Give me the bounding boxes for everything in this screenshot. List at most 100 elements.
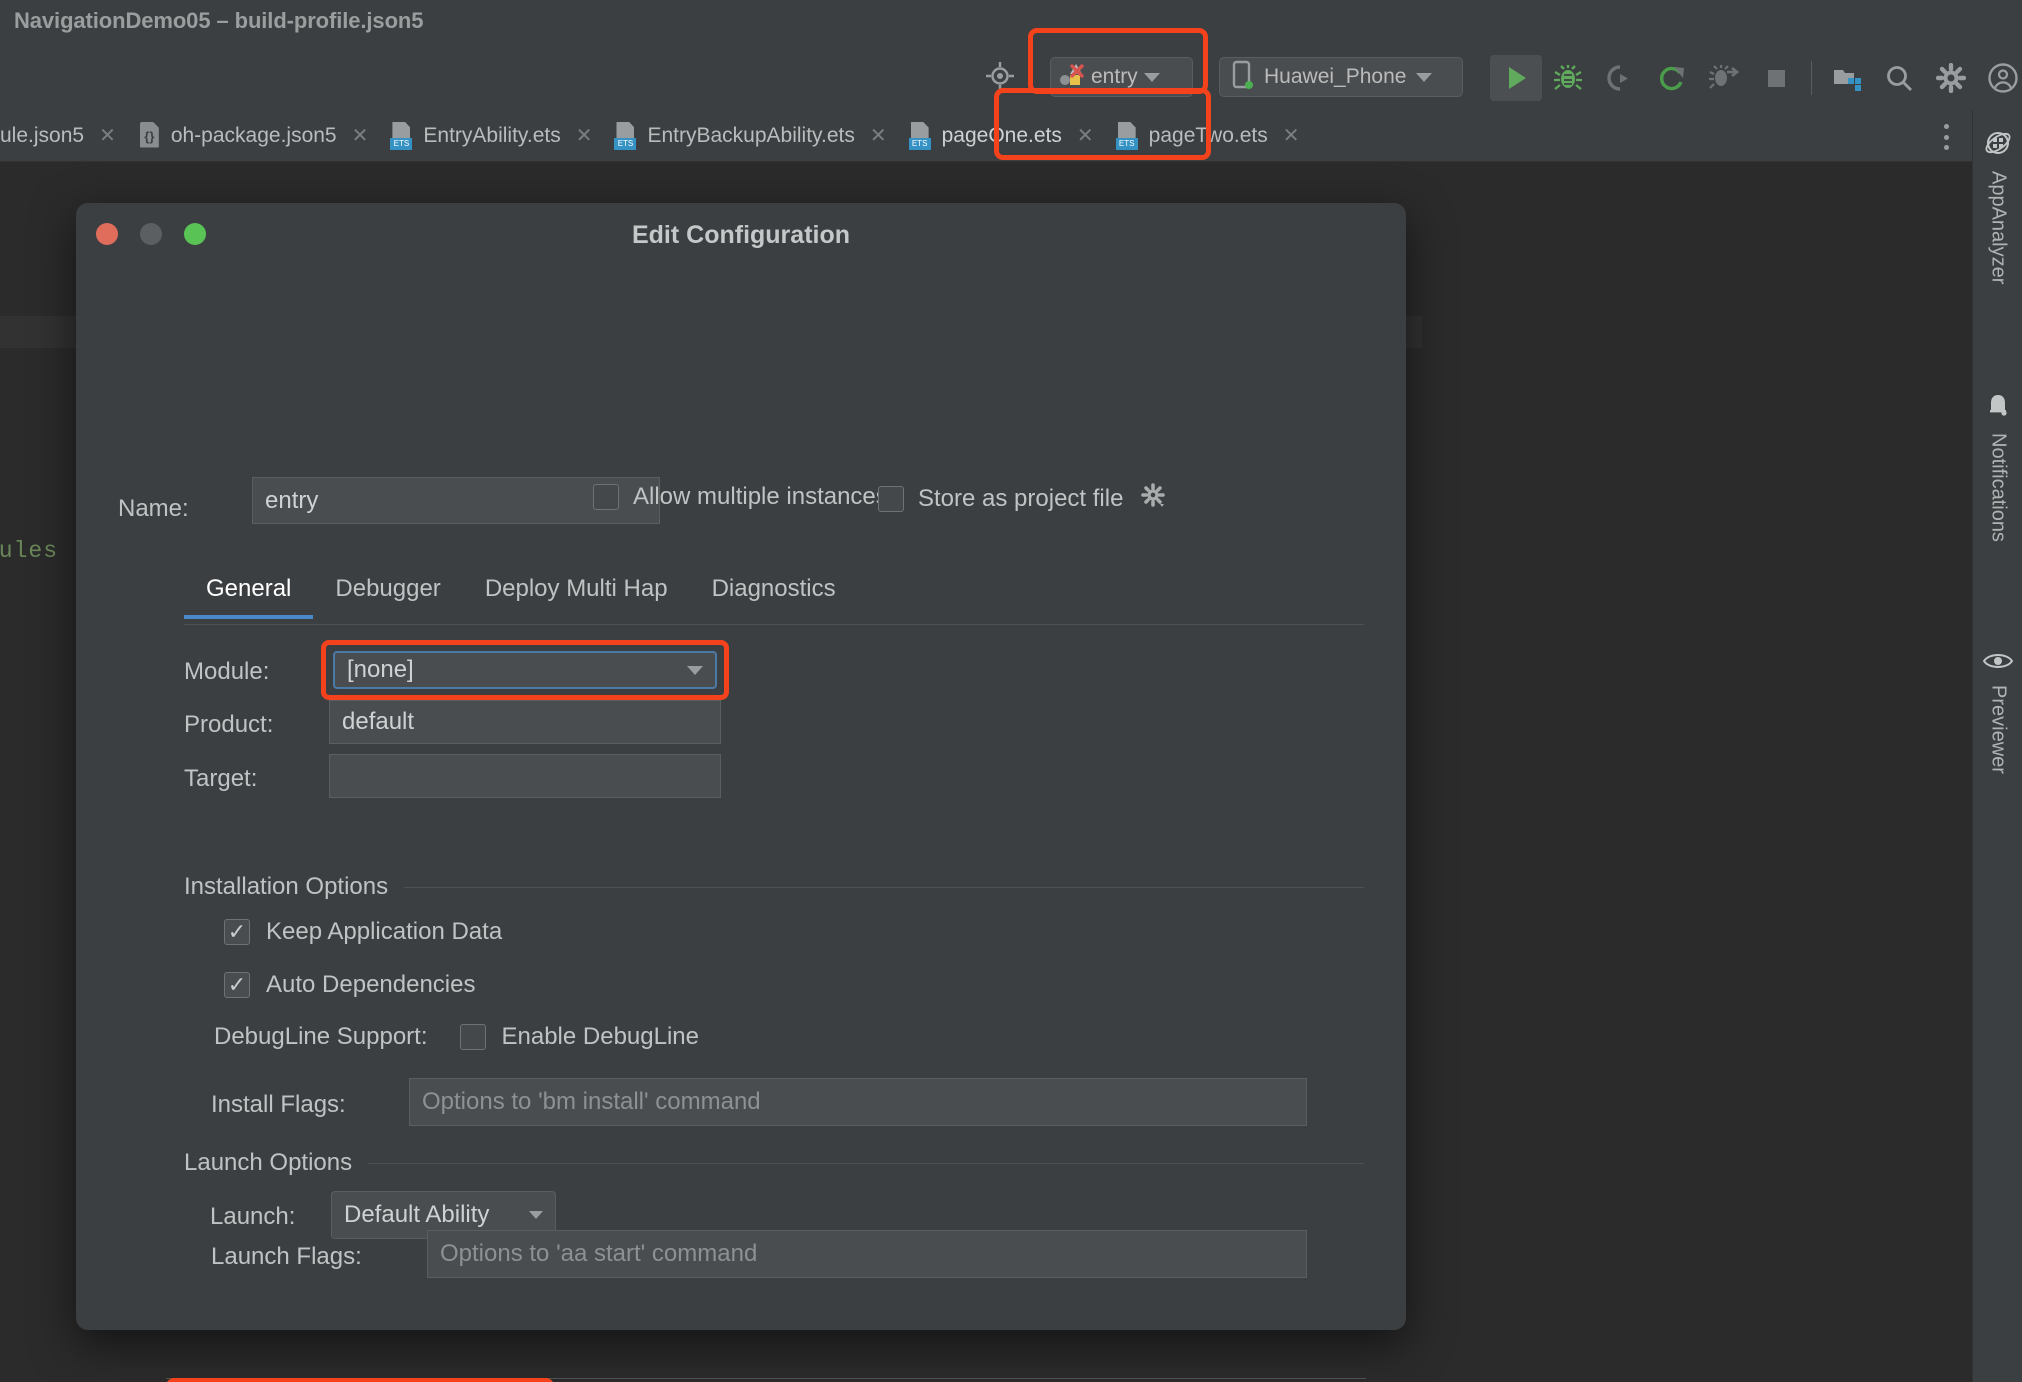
ets-file-icon: ETS — [909, 122, 933, 150]
run-coverage-button[interactable] — [1594, 55, 1646, 101]
sidebar-label: AppAnalyzer — [1987, 171, 2010, 284]
account-button[interactable] — [1977, 55, 2022, 101]
dialog-title: Edit Configuration — [76, 221, 1406, 250]
close-icon[interactable]: ✕ — [1283, 123, 1300, 148]
tab-diagnostics[interactable]: Diagnostics — [690, 575, 858, 619]
stop-button[interactable] — [1750, 55, 1802, 101]
sidebar-item-app-analyzer[interactable]: AppAnalyzer — [1973, 128, 2022, 284]
window-title-bar: NavigationDemo05 – build-profile.json5 — [0, 0, 2022, 40]
ets-file-icon: ETS — [390, 122, 414, 150]
sidebar-label: Notifications — [1987, 433, 2010, 542]
edit-configuration-dialog: Edit Configuration Name: Allow multiple … — [76, 203, 1406, 1330]
tab-label: ule.json5 — [0, 124, 84, 148]
project-structure-button[interactable] — [1821, 55, 1873, 101]
product-input[interactable] — [329, 700, 721, 744]
close-icon[interactable]: ✕ — [99, 123, 116, 148]
tab-label: EntryBackupAbility.ets — [647, 124, 854, 148]
install-flags-input[interactable] — [409, 1078, 1307, 1126]
auto-dependencies-checkbox[interactable]: ✓ — [224, 972, 250, 998]
keep-application-data-checkbox[interactable]: ✓ — [224, 919, 250, 945]
window-title: NavigationDemo05 – build-profile.json5 — [14, 8, 423, 34]
settings-button[interactable] — [1925, 55, 1977, 101]
enable-debugline-checkbox[interactable] — [460, 1024, 486, 1050]
device-label: Huawei_Phone — [1264, 65, 1406, 89]
install-flags-label: Install Flags: — [211, 1091, 346, 1119]
allow-multiple-instances-checkbox[interactable] — [593, 484, 619, 510]
sidebar-item-notifications[interactable]: Notifications — [1973, 392, 2022, 542]
launch-flags-input[interactable] — [427, 1230, 1307, 1278]
launch-label: Launch: — [210, 1203, 295, 1231]
eye-icon — [1983, 650, 2013, 677]
name-label: Name: — [118, 495, 189, 523]
product-label: Product: — [184, 711, 273, 739]
launch-options-title: Launch Options — [184, 1149, 352, 1177]
target-input[interactable] — [329, 754, 721, 798]
run-config-highlight-box — [1028, 28, 1208, 94]
editor-tab-bar: ule.json5 ✕ {} oh-package.json5 ✕ ETS En… — [0, 110, 1972, 162]
editor-token: rules — [0, 538, 58, 564]
toolbar-actions — [1490, 55, 2022, 101]
tab-general[interactable]: General — [184, 575, 313, 619]
enable-debugline-label: Enable DebugLine — [502, 1023, 700, 1051]
launch-value: Default Ability — [344, 1201, 489, 1229]
store-as-project-file-label: Store as project file — [918, 485, 1123, 513]
sidebar-item-previewer[interactable]: Previewer — [1973, 650, 2022, 774]
tab-overflow-menu-icon[interactable] — [1934, 124, 1958, 150]
store-as-project-file-row[interactable]: Store as project file — [878, 483, 1167, 514]
json-file-icon: {} — [138, 122, 162, 150]
attach-debugger-button[interactable] — [1698, 55, 1750, 101]
gear-icon[interactable] — [1141, 483, 1167, 514]
bell-icon — [1984, 392, 2012, 425]
close-icon[interactable]: ✕ — [352, 123, 369, 148]
debugline-support-row: DebugLine Support: Enable DebugLine — [214, 1023, 699, 1051]
allow-multiple-instances-label: Allow multiple instances — [633, 483, 888, 511]
keep-application-data-row[interactable]: ✓ Keep Application Data — [224, 918, 502, 946]
tab-deploy-multi-hap[interactable]: Deploy Multi Hap — [463, 575, 690, 619]
editor-tab[interactable]: {} oh-package.json5 ✕ — [126, 110, 379, 162]
rerun-button[interactable] — [1646, 55, 1698, 101]
close-icon[interactable]: ✕ — [576, 123, 593, 148]
launch-flags-label: Launch Flags: — [211, 1243, 362, 1271]
close-icon[interactable]: ✕ — [870, 123, 887, 148]
search-button[interactable] — [1873, 55, 1925, 101]
section-divider — [404, 887, 1364, 888]
debugline-support-label: DebugLine Support: — [214, 1023, 428, 1051]
sidebar-label: Previewer — [1987, 685, 2010, 774]
ide-window: rules NavigationDemo05 – build-profile.j… — [0, 0, 2022, 1382]
tab-debugger[interactable]: Debugger — [313, 575, 462, 619]
keep-application-data-label: Keep Application Data — [266, 918, 502, 946]
device-selector[interactable]: Huawei_Phone — [1219, 57, 1463, 97]
app-analyzer-icon — [1983, 128, 2013, 163]
select-opened-file-icon[interactable] — [986, 62, 1014, 90]
editor-tab[interactable]: ETS EntryBackupAbility.ets ✕ — [602, 110, 896, 162]
editor-tab[interactable]: ule.json5 ✕ — [0, 110, 126, 162]
ets-file-icon: ETS — [614, 122, 638, 150]
installation-options-title: Installation Options — [184, 873, 388, 901]
section-divider — [368, 1163, 1364, 1164]
debug-button[interactable] — [1542, 55, 1594, 101]
chevron-down-icon — [1416, 73, 1432, 82]
code-editor-right — [1422, 162, 1972, 1382]
auto-dependencies-label: Auto Dependencies — [266, 971, 475, 999]
launch-options-header: Launch Options — [184, 1149, 1364, 1177]
store-as-project-file-checkbox[interactable] — [878, 486, 904, 512]
chevron-down-icon — [529, 1211, 543, 1219]
phone-icon — [1230, 60, 1254, 95]
page-one-tab-highlight-box — [994, 88, 1211, 160]
dialog-title-bar: Edit Configuration — [76, 203, 1406, 265]
module-label: Module: — [184, 658, 269, 686]
editor-tab[interactable]: ETS EntryAbility.ets ✕ — [378, 110, 602, 162]
dialog-tab-strip: General Debugger Deploy Multi Hap Diagno… — [184, 575, 858, 619]
auto-dependencies-row[interactable]: ✓ Auto Dependencies — [224, 971, 475, 999]
allow-multiple-instances-row[interactable]: Allow multiple instances — [593, 483, 888, 511]
installation-options-header: Installation Options — [184, 873, 1364, 901]
error-highlight-box — [166, 1378, 554, 1382]
toolbar-divider — [1811, 61, 1812, 95]
right-tool-sidebar: AppAnalyzer Notifications Previewer — [1972, 110, 2022, 1382]
target-label: Target: — [184, 765, 257, 793]
dialog-tabs-divider — [184, 624, 1364, 625]
run-button[interactable] — [1490, 55, 1542, 101]
tab-label: oh-package.json5 — [171, 124, 337, 148]
tab-label: EntryAbility.ets — [423, 124, 560, 148]
name-row: Name: Allow multiple instances Store as … — [118, 485, 1368, 533]
